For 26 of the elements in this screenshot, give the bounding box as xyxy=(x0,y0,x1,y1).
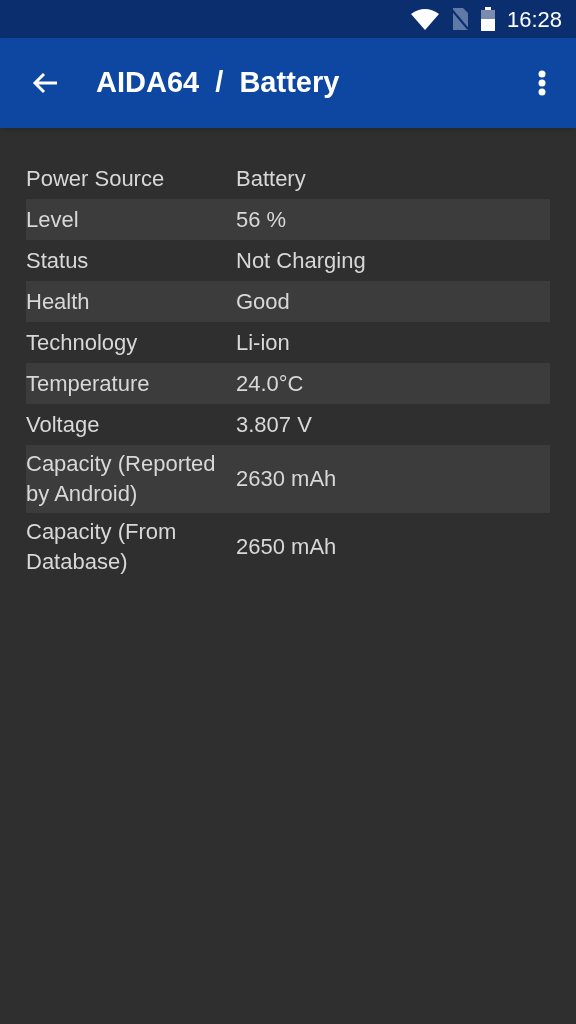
property-label: Capacity (Reported by Android) xyxy=(26,450,217,508)
property-value: 24.0°C xyxy=(236,369,304,398)
property-label: Capacity (From Database) xyxy=(26,518,178,576)
property-value: 2650 mAh xyxy=(236,533,337,561)
no-sim-icon xyxy=(450,8,469,30)
back-arrow-icon xyxy=(31,71,59,95)
property-label: Voltage xyxy=(26,410,101,439)
property-value: 3.807 V xyxy=(236,410,312,439)
screen-title: AIDA64 / Battery xyxy=(96,65,341,101)
property-value: Battery xyxy=(236,164,306,193)
clock-time: 16:28 xyxy=(506,5,562,34)
property-value: Not Charging xyxy=(236,246,366,275)
property-value: Li-ion xyxy=(236,328,290,357)
property-label: Technology xyxy=(26,328,139,357)
battery-icon xyxy=(480,7,495,31)
more-options-button[interactable] xyxy=(536,68,548,98)
property-label: Temperature xyxy=(26,369,151,398)
property-value: 2630 mAh xyxy=(236,465,337,493)
property-label: Level xyxy=(26,205,80,234)
property-label: Health xyxy=(26,287,91,316)
property-label: Power Source xyxy=(26,164,166,193)
property-value: Good xyxy=(236,287,290,316)
property-value: 56 % xyxy=(236,205,287,234)
wifi-icon xyxy=(410,8,439,30)
property-label: Status xyxy=(26,246,90,275)
more-vert-icon xyxy=(538,70,546,96)
